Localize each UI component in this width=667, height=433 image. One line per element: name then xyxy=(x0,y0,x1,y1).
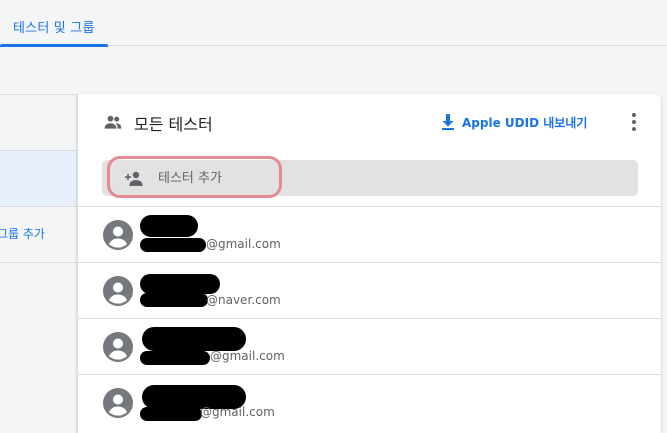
all-testers-panel: 모든 테스터 Apple UDID 내보내기 테스터 추가 @gmail.com… xyxy=(77,94,662,433)
account-circle-icon xyxy=(103,332,133,362)
export-udid-button[interactable]: Apple UDID 내보내기 xyxy=(440,109,587,135)
account-circle-icon xyxy=(103,220,133,250)
email-domain: @gmail.com xyxy=(206,237,281,251)
export-label: Apple UDID 내보내기 xyxy=(462,115,588,130)
group-sidebar: 그룹 추가 xyxy=(0,94,77,433)
email-domain: @gmail.com xyxy=(200,405,275,419)
panel-title: 모든 테스터 xyxy=(134,115,213,134)
redacted-email xyxy=(140,293,208,307)
redacted-email xyxy=(140,238,206,252)
tester-row[interactable]: @gmail.com xyxy=(78,374,662,430)
redacted-email xyxy=(140,407,202,421)
tab-label: 테스터 및 그룹 xyxy=(13,21,95,36)
tester-row[interactable]: @gmail.com xyxy=(78,318,662,374)
redacted-email xyxy=(140,351,210,365)
tester-list: @gmail.com @naver.com @gmail.com @gmail.… xyxy=(78,206,662,430)
account-circle-icon xyxy=(103,388,133,418)
panel-header: 모든 테스터 Apple UDID 내보내기 xyxy=(78,94,662,150)
person-add-icon xyxy=(125,171,143,186)
tab-testers-and-groups[interactable]: 테스터 및 그룹 xyxy=(0,0,108,47)
account-circle-icon xyxy=(103,276,133,306)
email-domain: @naver.com xyxy=(206,293,281,307)
more-vert-icon[interactable] xyxy=(624,110,644,134)
tester-row[interactable]: @naver.com xyxy=(78,262,662,318)
redacted-name xyxy=(140,215,198,237)
sidebar-row xyxy=(0,262,77,433)
download-icon xyxy=(442,114,454,130)
redacted-name xyxy=(142,327,246,351)
active-tab-indicator xyxy=(0,44,108,47)
tab-bar: 테스터 및 그룹 xyxy=(0,0,667,47)
add-tester-input[interactable] xyxy=(158,168,618,188)
email-domain: @gmail.com xyxy=(210,349,285,363)
sidebar-row-selected[interactable] xyxy=(0,150,77,206)
redacted-name xyxy=(140,274,220,294)
sidebar-row[interactable] xyxy=(0,94,77,150)
add-group-link[interactable]: 그룹 추가 xyxy=(0,225,45,242)
people-icon xyxy=(104,115,122,129)
add-tester-field[interactable] xyxy=(102,160,638,196)
tester-row[interactable]: @gmail.com xyxy=(78,206,662,262)
